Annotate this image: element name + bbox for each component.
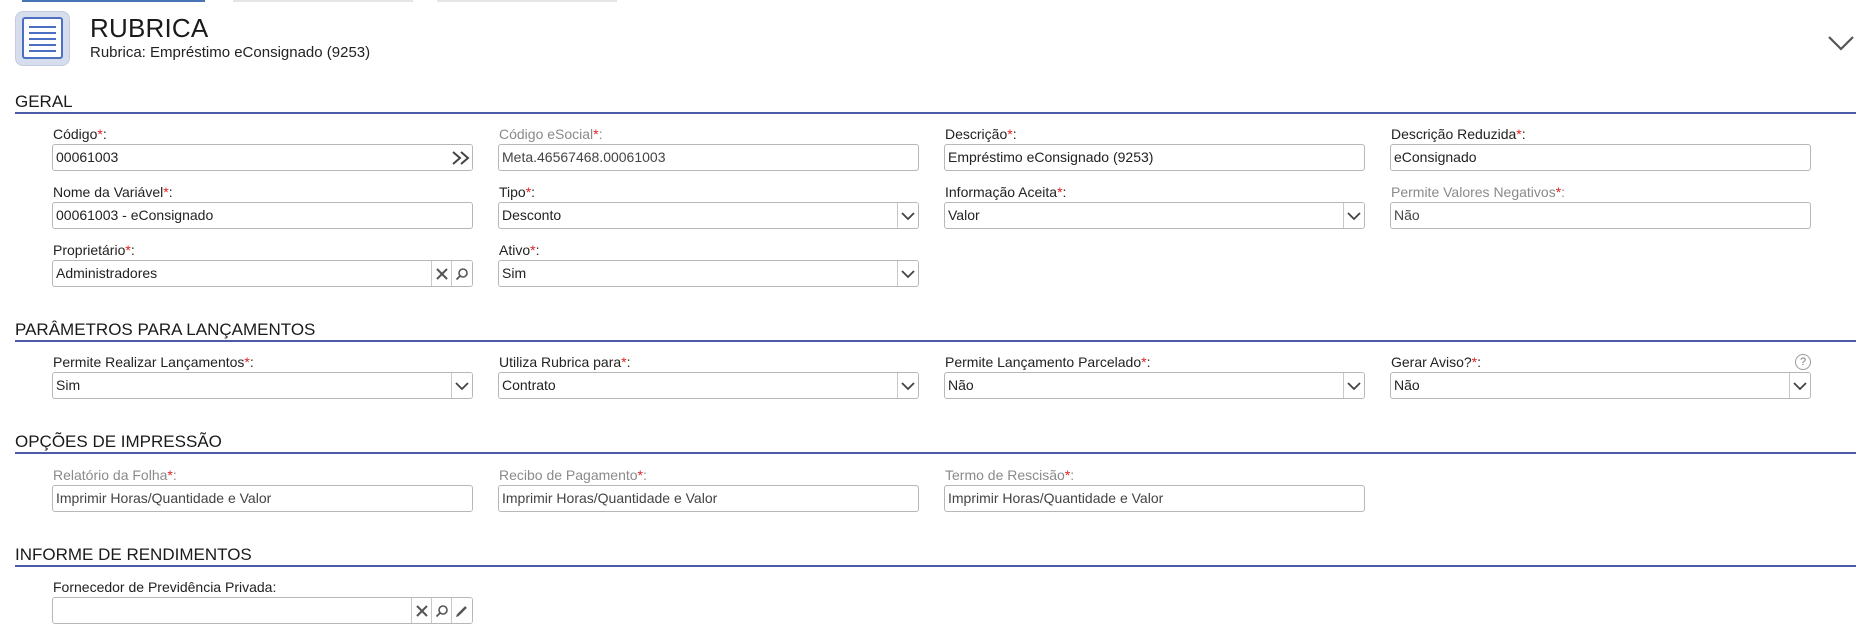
label-descricao-reduzida: Descrição Reduzida*: [1391, 126, 1526, 142]
proprietario-field[interactable]: Administradores [52, 260, 473, 287]
fornecedor-field[interactable] [52, 597, 473, 624]
next-arrows-icon[interactable] [450, 145, 472, 170]
label-gerar-aviso: Gerar Aviso?*: [1391, 354, 1482, 370]
relatorio-folha-field: Imprimir Horas/Quantidade e Valor [52, 485, 473, 512]
section-divider [15, 452, 1856, 454]
section-title-geral: GERAL [15, 92, 73, 111]
label-termo-rescisao: Termo de Rescisão*: [945, 467, 1075, 483]
label-utiliza-rubrica: Utiliza Rubrica para*: [499, 354, 631, 370]
clear-icon[interactable] [431, 261, 452, 286]
help-icon[interactable]: ? [1795, 354, 1811, 370]
label-tipo: Tipo*: [499, 184, 536, 200]
nome-variavel-field[interactable]: 00061003 - eConsignado [52, 202, 473, 229]
chevron-down-icon[interactable] [897, 203, 918, 228]
permite-parcelado-select[interactable]: Não [944, 372, 1365, 399]
label-descricao: Descrição*: [945, 126, 1017, 142]
descricao-field[interactable]: Empréstimo eConsignado (9253) [944, 144, 1365, 171]
label-proprietario: Proprietário*: [53, 242, 135, 258]
search-icon[interactable] [431, 598, 452, 623]
informacao-aceita-select[interactable]: Valor [944, 202, 1365, 229]
utiliza-rubrica-select[interactable]: Contrato [498, 372, 919, 399]
label-informacao-aceita: Informação Aceita*: [945, 184, 1067, 200]
termo-rescisao-field: Imprimir Horas/Quantidade e Valor [944, 485, 1365, 512]
edit-icon[interactable] [451, 598, 472, 623]
descricao-reduzida-field[interactable]: eConsignado [1390, 144, 1811, 171]
ativo-select[interactable]: Sim [498, 260, 919, 287]
chevron-down-icon[interactable] [1826, 30, 1856, 54]
label-permite-parcelado: Permite Lançamento Parcelado*: [945, 354, 1151, 370]
chevron-down-icon[interactable] [897, 373, 918, 398]
permite-negativos-field: Não [1390, 202, 1811, 229]
tab-indicator[interactable] [437, 0, 617, 2]
section-divider [15, 565, 1856, 567]
page-title: RUBRICA [90, 13, 209, 43]
label-recibo-pagamento: Recibo de Pagamento*: [499, 467, 647, 483]
recibo-pagamento-field: Imprimir Horas/Quantidade e Valor [498, 485, 919, 512]
clear-icon[interactable] [411, 598, 432, 623]
gerar-aviso-select[interactable]: Não [1390, 372, 1811, 399]
label-ativo: Ativo*: [499, 242, 540, 258]
search-icon[interactable] [451, 261, 472, 286]
chevron-down-icon[interactable] [1789, 373, 1810, 398]
section-title-impressao: OPÇÕES DE IMPRESSÃO [15, 432, 222, 451]
codigo-esocial-field: Meta.46567468.00061003 [498, 144, 919, 171]
label-permite-negativos: Permite Valores Negativos*: [1391, 184, 1566, 200]
label-fornecedor: Fornecedor de Previdência Privada: [53, 579, 277, 595]
label-permite-lancamentos: Permite Realizar Lançamentos*: [53, 354, 254, 370]
chevron-down-icon[interactable] [1343, 203, 1364, 228]
section-divider [15, 340, 1856, 342]
label-relatorio-folha: Relatório da Folha*: [53, 467, 177, 483]
section-title-parametros: PARÂMETROS PARA LANÇAMENTOS [15, 320, 316, 339]
tab-indicator[interactable] [233, 0, 413, 2]
chevron-down-icon[interactable] [1343, 373, 1364, 398]
permite-lancamentos-select[interactable]: Sim [52, 372, 473, 399]
section-divider [15, 112, 1856, 114]
codigo-field[interactable]: 00061003 [52, 144, 473, 171]
tipo-select[interactable]: Desconto [498, 202, 919, 229]
chevron-down-icon[interactable] [897, 261, 918, 286]
document-list-icon [15, 11, 70, 66]
label-codigo-esocial: Código eSocial*: [499, 126, 603, 142]
label-nome-variavel: Nome da Variável*: [53, 184, 173, 200]
chevron-down-icon[interactable] [451, 373, 472, 398]
page-subtitle: Rubrica: Empréstimo eConsignado (9253) [90, 44, 371, 61]
section-title-informe: INFORME DE RENDIMENTOS [15, 545, 252, 564]
tab-indicator-active[interactable] [22, 0, 205, 2]
label-codigo: Código*: [53, 126, 107, 142]
